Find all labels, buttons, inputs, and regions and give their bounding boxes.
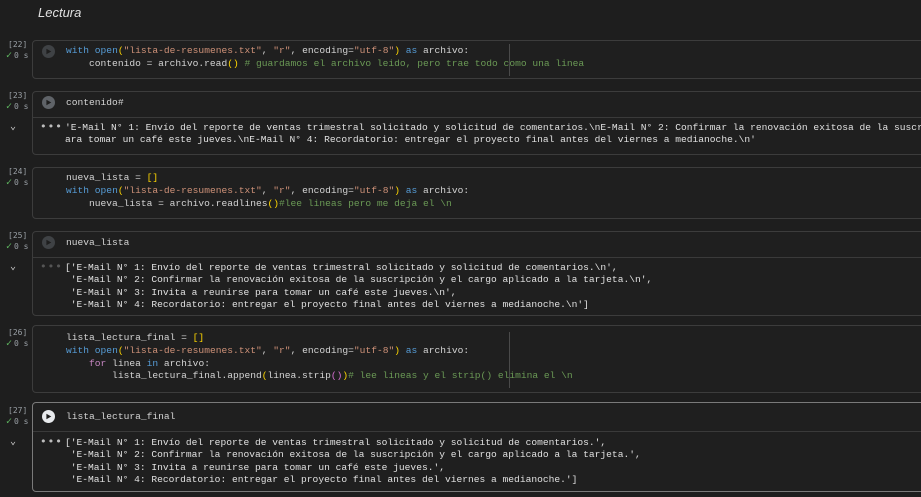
check-icon: ✓	[6, 241, 13, 252]
run-cell-button[interactable]	[42, 236, 55, 249]
run-status: ✓ 0 s	[6, 416, 29, 427]
play-icon	[46, 99, 52, 106]
run-cell-button[interactable]	[42, 96, 55, 109]
output-text: 'E-Mail N° 1: Envío del reporte de venta…	[65, 122, 921, 146]
check-icon: ✓	[6, 177, 13, 188]
check-icon: ✓	[6, 50, 13, 61]
code-text[interactable]: contenido#	[66, 97, 124, 110]
code-line: with open("lista-de-resumenes.txt", "r",…	[66, 344, 470, 356]
execution-count: [25]	[8, 231, 28, 240]
play-icon	[46, 239, 52, 246]
check-icon: ✓	[6, 416, 13, 427]
output-text: ['E-Mail N° 1: Envío del reporte de vent…	[65, 262, 653, 311]
run-status: ✓ 0 s	[6, 241, 29, 252]
code-text[interactable]: with open("lista-de-resumenes.txt", "r",…	[66, 45, 584, 71]
check-icon: ✓	[6, 338, 13, 349]
code-editor[interactable]: with open("lista-de-resumenes.txt", "r",…	[32, 40, 921, 79]
execution-count: [22]	[8, 40, 28, 49]
chevron-down-icon[interactable]: ⌄	[10, 436, 16, 447]
code-text[interactable]: lista_lectura_final	[66, 411, 175, 424]
run-status: ✓ 0 s	[6, 177, 29, 188]
section-title: Lectura	[38, 5, 82, 20]
output-divider	[33, 117, 921, 118]
check-icon: ✓	[6, 101, 13, 112]
code-text[interactable]: nueva_lista	[66, 237, 129, 250]
code-line: lista_lectura_final = []	[66, 332, 205, 343]
run-cell-button[interactable]	[42, 410, 55, 423]
code-line: with open("lista-de-resumenes.txt", "r",…	[66, 45, 470, 56]
code-text[interactable]: lista_lectura_final = [] with open("list…	[66, 332, 573, 383]
chevron-down-icon[interactable]: ⌄	[10, 261, 16, 272]
run-cell-button[interactable]	[42, 45, 55, 58]
execution-count: [27]	[8, 406, 28, 415]
code-text[interactable]: nueva_lista = [] with open("lista-de-res…	[66, 172, 469, 210]
code-editor[interactable]: lista_lectura_final = [] with open("list…	[32, 325, 921, 393]
execution-count: [23]	[8, 91, 28, 100]
code-line: nueva_lista = []	[66, 172, 159, 183]
play-icon	[46, 48, 52, 55]
code-line: contenido = archivo.read() # guardamos e…	[66, 57, 585, 69]
play-icon	[46, 413, 52, 420]
code-line: for linea in archivo:	[89, 357, 210, 369]
code-line: lista_lectura_final.append(linea.strip()…	[66, 370, 573, 382]
code-line: nueva_lista = archivo.readlines()#lee li…	[66, 197, 452, 209]
more-options-icon[interactable]: •••	[40, 120, 63, 133]
more-options-icon[interactable]: •••	[40, 435, 63, 448]
code-line: with open("lista-de-resumenes.txt", "r",…	[66, 184, 470, 196]
execution-count: [26]	[8, 328, 28, 337]
execution-count: [24]	[8, 167, 28, 176]
run-status: ✓ 0 s	[6, 338, 29, 349]
output-divider	[33, 431, 921, 432]
more-options-icon[interactable]: •••	[40, 260, 63, 273]
run-status: ✓ 0 s	[6, 50, 29, 61]
code-editor[interactable]: nueva_lista = [] with open("lista-de-res…	[32, 167, 921, 219]
output-divider	[33, 257, 921, 258]
chevron-down-icon[interactable]: ⌄	[10, 121, 16, 132]
run-status: ✓ 0 s	[6, 101, 29, 112]
output-text: ['E-Mail N° 1: Envío del reporte de vent…	[65, 437, 641, 486]
